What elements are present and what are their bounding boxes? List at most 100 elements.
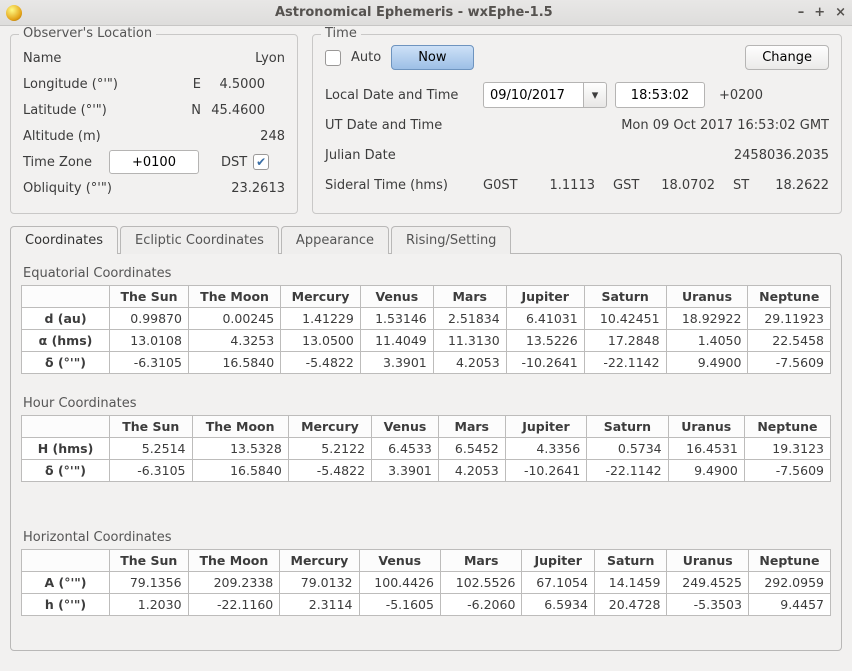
maximize-icon[interactable]: + (814, 5, 825, 20)
tab-rising-setting[interactable]: Rising/Setting (391, 226, 511, 254)
cell: 209.2338 (188, 572, 280, 594)
local-date-input[interactable] (483, 82, 583, 108)
latitude-label: Latitude (°'") (23, 103, 171, 118)
auto-checkbox[interactable] (325, 50, 341, 66)
cell: 100.4426 (359, 572, 440, 594)
g0st-value: 1.1113 (531, 178, 595, 193)
cell: -5.3503 (667, 594, 748, 616)
date-dropdown-button[interactable]: ▾ (583, 82, 607, 108)
chevron-down-icon: ▾ (592, 88, 599, 103)
col-uranus: Uranus (668, 416, 744, 438)
hour-table: The Sun The Moon Mercury Venus Mars Jupi… (21, 415, 831, 482)
row-H-label: H (hms) (22, 438, 110, 460)
cell: -5.4822 (281, 352, 361, 374)
observer-legend: Observer's Location (19, 26, 156, 41)
cell: 2.51834 (433, 308, 506, 330)
cell: 16.4531 (668, 438, 744, 460)
cell: 2.3114 (280, 594, 359, 616)
cell: 292.0959 (748, 572, 830, 594)
app-icon (6, 5, 22, 21)
now-button[interactable]: Now (391, 45, 473, 70)
close-icon[interactable]: × (835, 5, 846, 20)
observer-name-label: Name (23, 51, 171, 66)
tab-appearance[interactable]: Appearance (281, 226, 389, 254)
cell: 5.2122 (288, 438, 371, 460)
col-sun: The Sun (110, 550, 189, 572)
horizontal-table: The Sun The Moon Mercury Venus Mars Jupi… (21, 549, 831, 616)
col-uranus: Uranus (666, 286, 748, 308)
timezone-input[interactable] (109, 150, 199, 174)
equatorial-title: Equatorial Coordinates (23, 266, 831, 281)
cell: 11.4049 (360, 330, 433, 352)
tab-body-coordinates: Equatorial Coordinates The Sun The Moon … (10, 253, 842, 651)
col-moon: The Moon (188, 550, 280, 572)
minimize-icon[interactable]: – (798, 5, 805, 20)
row-delta-label: δ (°'") (22, 460, 110, 482)
st-label: ST (723, 178, 757, 193)
cell: 79.1356 (110, 572, 189, 594)
cell: 16.5840 (192, 460, 288, 482)
dst-checkbox[interactable] (253, 154, 269, 170)
longitude-label: Longitude (°'") (23, 77, 171, 92)
cell: 4.2053 (433, 352, 506, 374)
cell: 67.1054 (522, 572, 595, 594)
cell: 79.0132 (280, 572, 359, 594)
change-button[interactable]: Change (745, 45, 829, 70)
col-neptune: Neptune (744, 416, 830, 438)
equatorial-delta-row: δ (°'") -6.3105 16.5840 -5.4822 3.3901 4… (22, 352, 831, 374)
cell: 0.5734 (587, 438, 668, 460)
cell: -6.3105 (110, 460, 193, 482)
cell: 16.5840 (188, 352, 280, 374)
horizontal-A-row: A (°'") 79.1356 209.2338 79.0132 100.442… (22, 572, 831, 594)
col-mercury: Mercury (281, 286, 361, 308)
col-venus: Venus (372, 416, 439, 438)
cell: 1.2030 (110, 594, 189, 616)
tabs: Coordinates Ecliptic Coordinates Appeara… (10, 226, 842, 651)
col-mars: Mars (438, 416, 505, 438)
cell: 4.2053 (438, 460, 505, 482)
cell: 6.41031 (506, 308, 584, 330)
cell: 13.5328 (192, 438, 288, 460)
latitude-value: 45.4600 (205, 103, 265, 118)
col-mercury: Mercury (288, 416, 371, 438)
hour-delta-row: δ (°'") -6.3105 16.5840 -5.4822 3.3901 4… (22, 460, 831, 482)
altitude-value: 248 (171, 129, 285, 144)
col-jupiter: Jupiter (506, 286, 584, 308)
col-moon: The Moon (192, 416, 288, 438)
cell: 3.3901 (360, 352, 433, 374)
tab-coordinates[interactable]: Coordinates (10, 226, 118, 254)
cell: -6.3105 (110, 352, 189, 374)
local-time-input[interactable] (615, 82, 705, 108)
equatorial-table: The Sun The Moon Mercury Venus Mars Jupi… (21, 285, 831, 374)
col-neptune: Neptune (748, 550, 830, 572)
cell: -22.1142 (584, 352, 666, 374)
col-moon: The Moon (188, 286, 280, 308)
cell: 6.5934 (522, 594, 595, 616)
time-legend: Time (321, 26, 361, 41)
cell: 19.3123 (744, 438, 830, 460)
auto-label: Auto (351, 50, 381, 65)
col-jupiter: Jupiter (505, 416, 586, 438)
obliquity-label: Obliquity (°'") (23, 181, 171, 196)
julian-date-value: 2458036.2035 (483, 148, 829, 163)
g0st-label: G0ST (483, 178, 523, 193)
cell: -7.5609 (748, 352, 831, 374)
row-A-label: A (°'") (22, 572, 110, 594)
gst-value: 18.0702 (651, 178, 715, 193)
hour-H-row: H (hms) 5.2514 13.5328 5.2122 6.4533 6.5… (22, 438, 831, 460)
row-h-label: h (°'") (22, 594, 110, 616)
col-venus: Venus (359, 550, 440, 572)
cell: 20.4728 (594, 594, 667, 616)
longitude-hemi: E (171, 77, 201, 92)
cell: 1.53146 (360, 308, 433, 330)
tz-offset-label: +0200 (719, 88, 763, 103)
cell: 13.0500 (281, 330, 361, 352)
cell: 9.4900 (666, 352, 748, 374)
sidereal-label: Sideral Time (hms) (325, 178, 475, 193)
equatorial-d-row: d (au) 0.99870 0.00245 1.41229 1.53146 2… (22, 308, 831, 330)
hour-header-row: The Sun The Moon Mercury Venus Mars Jupi… (22, 416, 831, 438)
col-venus: Venus (360, 286, 433, 308)
tab-ecliptic[interactable]: Ecliptic Coordinates (120, 226, 279, 254)
cell: 14.1459 (594, 572, 667, 594)
window-title: Astronomical Ephemeris - wxEphe-1.5 (30, 5, 798, 20)
